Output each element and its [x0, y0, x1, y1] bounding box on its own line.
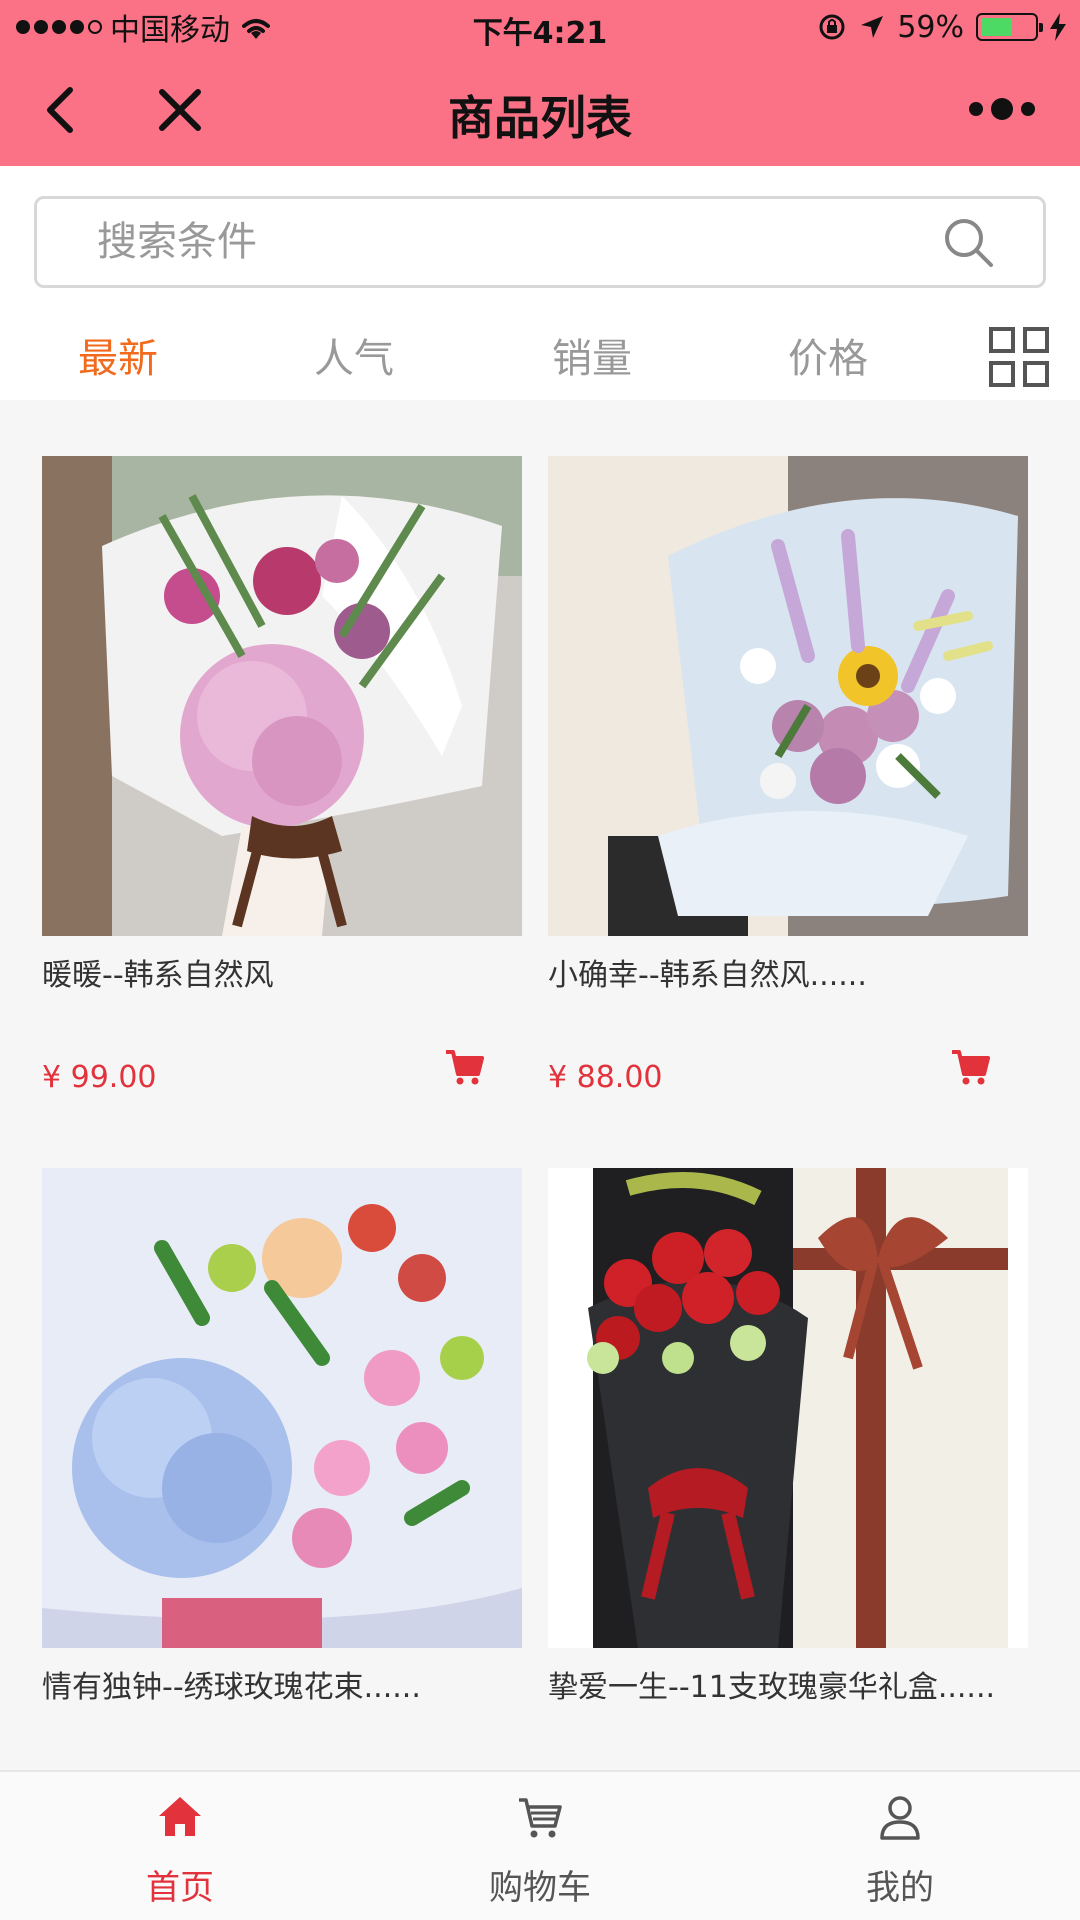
status-right: 59% [817, 8, 1066, 46]
grid-view-icon[interactable] [988, 326, 1050, 388]
product-name[interactable]: 挚爱一生--11支玫瑰豪华礼盒...... [548, 1662, 1028, 1706]
product-name[interactable]: 小确幸--韩系自然风...... [548, 950, 1028, 994]
user-icon [880, 1796, 920, 1840]
product-name[interactable]: 情有独钟--绣球玫瑰花束...... [42, 1662, 522, 1706]
product-image[interactable] [548, 456, 1028, 936]
product-image[interactable] [42, 456, 522, 936]
tab-profile[interactable]: 我的 [720, 1772, 1080, 1920]
search-icon[interactable] [939, 213, 999, 273]
search-box [34, 196, 1046, 288]
bottom-tab-bar: 首页 购物车 我的 [0, 1770, 1080, 1920]
status-bar: 中国移动 下午4:21 59% [0, 0, 1080, 54]
filter-panel: 最新 人气 销量 价格 [0, 166, 1080, 400]
close-button[interactable] [148, 78, 212, 142]
location-icon [861, 16, 884, 38]
add-to-cart-icon[interactable] [950, 1046, 992, 1088]
sort-tabs: 最新 人气 销量 价格 [0, 316, 1080, 400]
product-price: ¥ 99.00 [42, 1060, 157, 1095]
tab-popularity[interactable]: 人气 [314, 326, 394, 384]
cart-icon [519, 1798, 562, 1838]
more-dots-icon [969, 102, 983, 116]
back-button[interactable] [30, 78, 94, 142]
add-to-cart-icon[interactable] [444, 1046, 486, 1088]
orientation-lock-icon [819, 14, 845, 40]
battery-icon [976, 13, 1043, 41]
product-name[interactable]: 暖暖--韩系自然风 [42, 950, 522, 994]
tab-home-label: 首页 [146, 1868, 214, 1908]
nav-bar: 商品列表 [0, 54, 1080, 166]
product-image[interactable] [42, 1168, 522, 1648]
tab-home[interactable]: 首页 [0, 1772, 360, 1920]
tab-profile-label: 我的 [866, 1868, 934, 1908]
close-icon [159, 89, 201, 131]
search-input[interactable] [97, 199, 917, 285]
header: 中国移动 下午4:21 59% 商品列表 [0, 0, 1080, 166]
charging-icon [1050, 13, 1066, 41]
tab-newest[interactable]: 最新 [78, 326, 158, 384]
tab-cart-label: 购物车 [489, 1868, 591, 1908]
more-button[interactable] [964, 84, 1040, 134]
battery-text: 59% [897, 9, 964, 45]
home-icon [159, 1797, 201, 1836]
product-price: ¥ 88.00 [548, 1060, 663, 1095]
chevron-left-icon [47, 87, 73, 133]
tab-cart[interactable]: 购物车 [360, 1772, 720, 1920]
tab-sales[interactable]: 销量 [552, 326, 632, 384]
product-image[interactable] [548, 1168, 1028, 1648]
tab-price[interactable]: 价格 [788, 326, 868, 384]
